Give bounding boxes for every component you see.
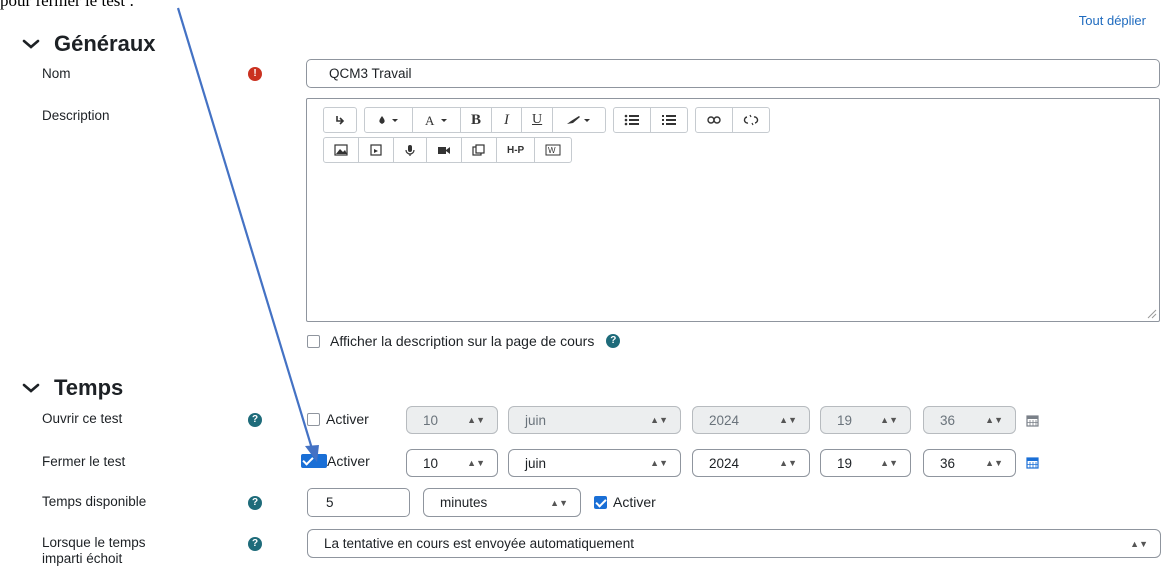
- toolbar-group: [323, 107, 357, 133]
- editor-toolbar-row2: H-P W: [323, 137, 573, 163]
- ouvrir-minute-select[interactable]: 36 ▲▼: [923, 406, 1016, 434]
- ouvrir-enable: Activer: [307, 411, 369, 427]
- section-temps-title: Temps: [54, 375, 124, 400]
- toolbar-group: A B I U: [364, 107, 607, 133]
- section-temps-header[interactable]: Temps: [20, 375, 123, 401]
- fermer-enable-label: Activer: [327, 453, 370, 469]
- svg-text:A: A: [425, 114, 435, 126]
- record-audio-icon[interactable]: [394, 138, 427, 162]
- record-video-icon[interactable]: [427, 138, 462, 162]
- nom-value: QCM3 Travail: [329, 66, 412, 81]
- ouvrir-label: Ouvrir ce test: [42, 411, 123, 426]
- chevron-down-icon: [22, 39, 40, 49]
- ouvrir-hour-select[interactable]: 19 ▲▼: [820, 406, 911, 434]
- description-editor[interactable]: A B I U H-P W: [306, 98, 1160, 322]
- undo-icon[interactable]: [324, 108, 356, 132]
- resize-handle-icon[interactable]: [1145, 307, 1157, 319]
- fermer-month-select[interactable]: juin ▲▼: [508, 449, 681, 477]
- temps-dispo-enable: Activer: [594, 494, 656, 510]
- expand-all-link[interactable]: Tout déplier: [1079, 13, 1146, 28]
- fermer-hour-select[interactable]: 19 ▲▼: [820, 449, 911, 477]
- help-icon[interactable]: ?: [606, 334, 621, 348]
- calendar-icon[interactable]: [1026, 456, 1039, 469]
- temps-dispo-input[interactable]: 5: [307, 488, 410, 517]
- bullet-list-icon[interactable]: [614, 108, 652, 132]
- chevron-down-icon: [22, 383, 40, 393]
- section-generaux-title: Généraux: [54, 31, 156, 56]
- word-import-icon[interactable]: W: [535, 138, 571, 162]
- show-description-checkbox[interactable]: [307, 334, 320, 348]
- temps-dispo-enable-checkbox[interactable]: [594, 495, 607, 509]
- toolbar-group: [695, 107, 771, 133]
- ouvrir-month-select[interactable]: juin ▲▼: [508, 406, 681, 434]
- link-icon[interactable]: [696, 108, 734, 132]
- fermer-minute-select[interactable]: 36 ▲▼: [923, 449, 1016, 477]
- annotation-text: pour fermer le test :: [0, 0, 135, 10]
- text-size-icon[interactable]: A: [413, 108, 461, 132]
- fermer-label: Fermer le test: [42, 454, 126, 469]
- paint-icon[interactable]: [553, 108, 605, 132]
- svg-text:W: W: [548, 146, 556, 155]
- underline-icon[interactable]: U: [522, 108, 554, 132]
- temps-dispo-enable-label: Activer: [613, 494, 656, 510]
- toolbar-group: H-P W: [323, 137, 573, 163]
- temps-dispo-unit-select[interactable]: minutes ▲▼: [423, 488, 581, 517]
- toolbar-group: [613, 107, 689, 133]
- fermer-day-select[interactable]: 10 ▲▼: [406, 449, 498, 477]
- ouvrir-year-select[interactable]: 2024 ▲▼: [692, 406, 810, 434]
- nom-input[interactable]: QCM3 Travail: [306, 59, 1160, 88]
- numbered-list-icon[interactable]: [651, 108, 687, 132]
- ouvrir-day-select[interactable]: 10 ▲▼: [406, 406, 498, 434]
- lorsque-label: Lorsque le temps imparti échoit: [42, 535, 146, 566]
- unlink-icon[interactable]: [733, 108, 769, 132]
- ouvrir-enable-checkbox[interactable]: [307, 412, 320, 426]
- italic-icon[interactable]: I: [492, 108, 523, 132]
- fermer-enable-checkbox[interactable]: [301, 454, 327, 468]
- image-icon[interactable]: [324, 138, 359, 162]
- font-color-icon[interactable]: [365, 108, 413, 132]
- help-icon[interactable]: ?: [248, 537, 262, 551]
- temps-dispo-label: Temps disponible: [42, 494, 147, 509]
- section-generaux-header[interactable]: Généraux: [20, 31, 156, 57]
- calendar-icon[interactable]: [1026, 414, 1039, 427]
- show-description-row: Afficher la description sur la page de c…: [307, 333, 621, 349]
- show-description-label: Afficher la description sur la page de c…: [330, 333, 595, 349]
- media-icon[interactable]: [359, 138, 394, 162]
- h5p-icon[interactable]: H-P: [497, 138, 536, 162]
- description-label: Description: [42, 108, 110, 123]
- fermer-enable: Activer: [301, 453, 370, 469]
- nom-label: Nom: [42, 66, 71, 81]
- help-icon[interactable]: ?: [248, 496, 262, 510]
- required-icon: !: [248, 67, 262, 81]
- bold-icon[interactable]: B: [461, 108, 493, 132]
- manage-files-icon[interactable]: [462, 138, 497, 162]
- ouvrir-enable-label: Activer: [326, 411, 369, 427]
- help-icon[interactable]: ?: [248, 413, 262, 427]
- editor-toolbar-row1: A B I U: [323, 107, 771, 133]
- lorsque-select[interactable]: La tentative en cours est envoyée automa…: [307, 529, 1161, 558]
- fermer-year-select[interactable]: 2024 ▲▼: [692, 449, 810, 477]
